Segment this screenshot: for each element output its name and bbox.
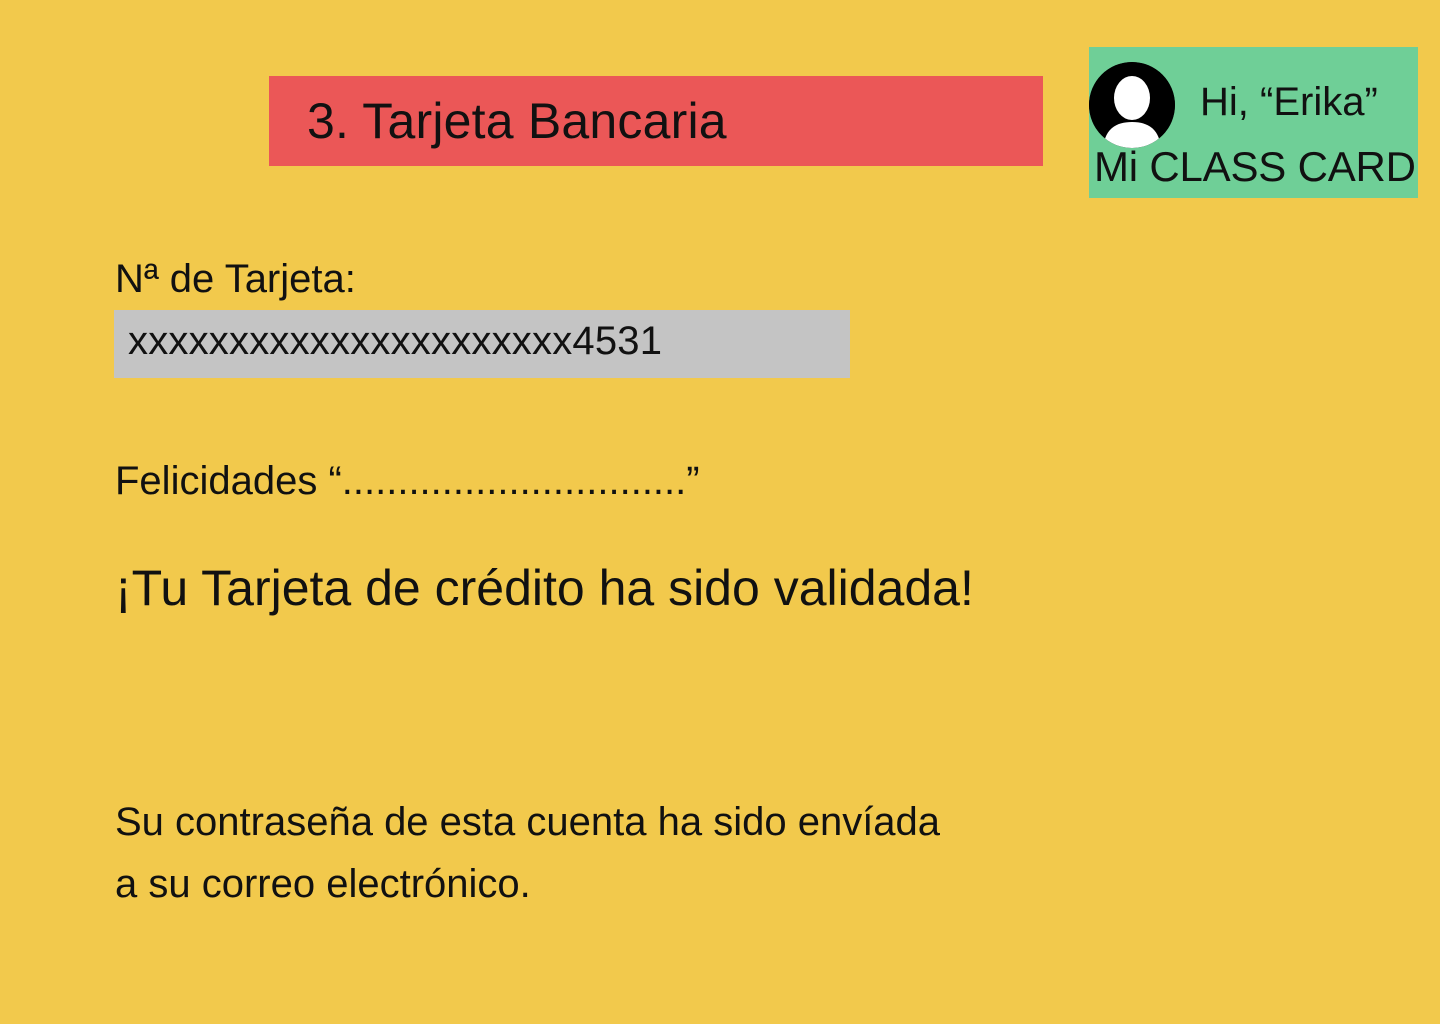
validation-message: ¡Tu Tarjeta de crédito ha sido validada! bbox=[115, 560, 974, 616]
password-note-line-2: a su correo electrónico. bbox=[115, 862, 531, 906]
user-greeting: Hi, “Erika” bbox=[1200, 80, 1378, 124]
card-number-label: Nª de Tarjeta: bbox=[115, 257, 356, 301]
step-title: 3. Tarjeta Bancaria bbox=[307, 93, 727, 149]
user-card[interactable]: Hi, “Erika” Mi CLASS CARD bbox=[1089, 47, 1418, 198]
card-number-field[interactable] bbox=[114, 310, 850, 378]
user-silhouette-icon bbox=[1089, 62, 1175, 148]
congrats-message: Felicidades “...........................… bbox=[115, 459, 700, 503]
step-banner: 3. Tarjeta Bancaria bbox=[269, 76, 1043, 166]
class-card-label[interactable]: Mi CLASS CARD bbox=[1094, 143, 1416, 191]
password-sent-note: Su contraseña de esta cuenta ha sido env… bbox=[115, 791, 940, 915]
password-note-line-1: Su contraseña de esta cuenta ha sido env… bbox=[115, 800, 941, 844]
